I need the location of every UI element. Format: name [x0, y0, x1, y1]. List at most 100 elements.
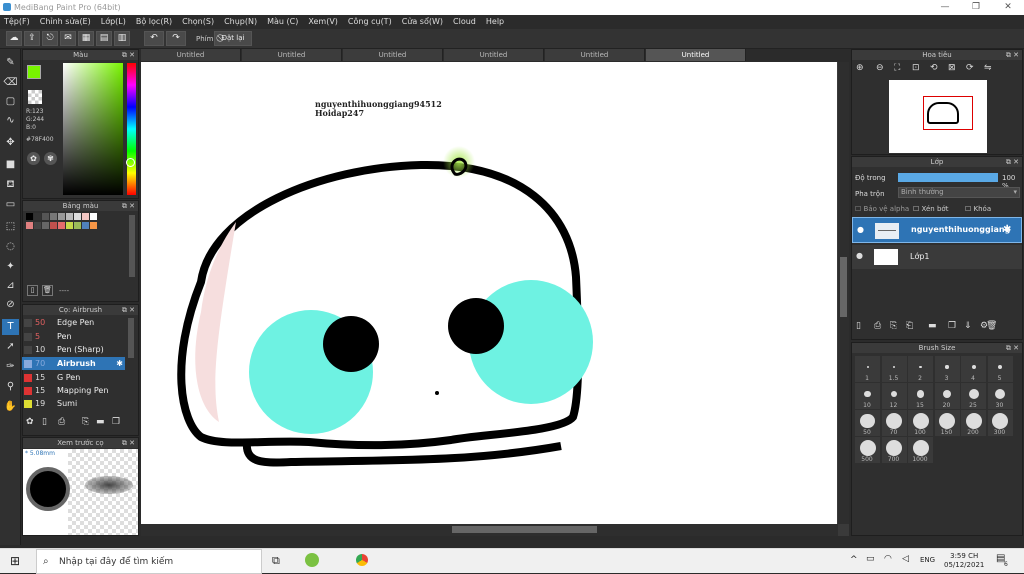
tab-untitled[interactable]: Untitled: [444, 49, 544, 61]
drawing-canvas[interactable]: nguyenthihuonggiang94512 Hoidap247: [141, 62, 837, 524]
brush-tool-icon[interactable]: ✎: [2, 55, 19, 71]
panel-menu-icon[interactable]: ⧉ ✕: [122, 438, 135, 448]
panel-menu-icon[interactable]: ⧉ ✕: [1006, 157, 1019, 167]
export-icon[interactable]: ⇪: [24, 31, 40, 46]
palette-swatch[interactable]: [26, 222, 33, 229]
vertical-scroll-thumb[interactable]: [840, 257, 847, 317]
gear-icon[interactable]: ✱: [1003, 224, 1011, 235]
menu-view[interactable]: Xem(V): [308, 15, 338, 29]
wifi-icon[interactable]: ◠: [884, 554, 892, 564]
hue-slider[interactable]: [127, 63, 136, 195]
brush-menu-icon[interactable]: ⎙: [58, 417, 65, 427]
volume-icon[interactable]: ◁: [902, 554, 909, 564]
battery-icon[interactable]: ▭: [866, 554, 875, 564]
chrome-taskbar-icon[interactable]: [356, 554, 368, 566]
canvas-horizontal-scrollbar[interactable]: [141, 524, 838, 536]
merge-icon[interactable]: ⇓: [964, 321, 972, 331]
tab-untitled[interactable]: Untitled: [545, 49, 645, 61]
fit-icon[interactable]: ⛶: [894, 63, 900, 73]
palette-swatch[interactable]: [74, 222, 81, 229]
text-tool-icon[interactable]: T: [2, 319, 19, 335]
fill-rect-tool-icon[interactable]: ■: [2, 157, 19, 173]
eraser-tool-icon[interactable]: ⌫: [2, 75, 19, 91]
brush-item[interactable]: 5 Pen: [22, 330, 125, 343]
taskbar-search[interactable]: ⌕ Nhập tại đây để tìm kiếm: [36, 549, 262, 574]
layer-row-selected[interactable]: ● nguyenthihuonggiang ✱: [852, 217, 1022, 243]
undo-icon[interactable]: ↶: [144, 31, 164, 46]
new-layer-icon[interactable]: ▯: [856, 321, 861, 331]
duplicate-icon[interactable]: ❐: [948, 321, 956, 331]
menu-edit[interactable]: Chỉnh sửa(E): [40, 15, 91, 29]
palette-swatch[interactable]: [74, 213, 81, 220]
palette-swatch[interactable]: [42, 222, 49, 229]
brush-size-option[interactable]: 150: [934, 410, 960, 436]
navigator-thumbnail[interactable]: [889, 80, 987, 153]
select-tool-icon[interactable]: ⬚: [2, 219, 19, 235]
reset-view-icon[interactable]: ⊠: [948, 63, 956, 73]
brush-size-option[interactable]: 12: [881, 383, 907, 409]
brush-size-option[interactable]: 2: [908, 356, 933, 382]
gear-icon[interactable]: ✱: [116, 357, 123, 370]
language-indicator[interactable]: ENG: [920, 556, 935, 564]
palette-swatch[interactable]: [82, 213, 89, 220]
palette-swatch[interactable]: [34, 222, 41, 229]
menu-filter[interactable]: Bộ lọc(R): [136, 15, 172, 29]
flip-icon[interactable]: ⇋: [984, 63, 992, 73]
cloud-icon[interactable]: ☁: [6, 31, 22, 46]
zoom-in-icon[interactable]: ⊕: [856, 63, 864, 73]
layer-menu-icon[interactable]: ⎗: [906, 321, 913, 331]
brush-size-option[interactable]: 5: [987, 356, 1013, 382]
tab-untitled-active[interactable]: Untitled: [646, 49, 746, 61]
brush-size-option[interactable]: 1.5: [881, 356, 907, 382]
visibility-eye-icon[interactable]: ●: [856, 251, 863, 260]
rotate-right-icon[interactable]: ⟳: [966, 63, 974, 73]
maximize-button[interactable]: ❐: [961, 0, 991, 15]
palette-swatch[interactable]: [34, 213, 41, 220]
brush-size-option[interactable]: 4: [961, 356, 986, 382]
hand-tool-icon[interactable]: ✋: [2, 399, 19, 415]
brush-size-option[interactable]: 300: [987, 410, 1013, 436]
layout-icon[interactable]: ▥: [114, 31, 130, 46]
duplicate-icon[interactable]: ❐: [112, 417, 120, 427]
tab-untitled[interactable]: Untitled: [343, 49, 443, 61]
brush-item[interactable]: 10 Pen (Sharp): [22, 343, 125, 356]
minimize-button[interactable]: —: [930, 0, 960, 15]
brush-size-option[interactable]: 1000: [908, 437, 933, 463]
palette-swatch[interactable]: [58, 222, 65, 229]
share-icon[interactable]: ⎋: [42, 31, 58, 46]
brush-item[interactable]: 19 Sumi: [22, 397, 125, 410]
brush-item[interactable]: 50 Edge Pen: [22, 316, 125, 329]
magic-wand-icon[interactable]: ✦: [2, 259, 19, 275]
canvas-vertical-scrollbar[interactable]: [838, 62, 849, 524]
curve-tool-icon[interactable]: ∿: [2, 113, 19, 129]
menu-file[interactable]: Tệp(F): [4, 15, 30, 29]
hue-handle[interactable]: [126, 158, 135, 167]
brush-size-option[interactable]: 20: [934, 383, 960, 409]
palette-swatch[interactable]: [90, 213, 97, 220]
menu-select[interactable]: Chọn(S): [182, 15, 214, 29]
brush-add-icon[interactable]: ✿: [26, 417, 34, 427]
comment-icon[interactable]: ✉: [60, 31, 76, 46]
panel-menu-icon[interactable]: ⧉ ✕: [122, 201, 135, 211]
palette-swatch[interactable]: [42, 213, 49, 220]
medibang-taskbar-icon[interactable]: [305, 553, 319, 567]
brush-size-option[interactable]: 700: [881, 437, 907, 463]
task-view-icon[interactable]: ⧉: [272, 554, 280, 568]
blend-mode-select[interactable]: Bình thường ▾: [898, 187, 1020, 198]
panel-menu-icon[interactable]: ⧉ ✕: [1006, 50, 1019, 60]
palette-swatch[interactable]: [58, 213, 65, 220]
brush-size-option[interactable]: 50: [855, 410, 880, 436]
clipping-checkbox[interactable]: ☐ Xén bớt: [913, 205, 948, 213]
saturation-value-picker[interactable]: [63, 63, 123, 195]
transparent-swatch[interactable]: [28, 90, 42, 104]
brush-size-option[interactable]: 100: [908, 410, 933, 436]
redo-icon[interactable]: ↷: [166, 31, 186, 46]
palette-scrollbar[interactable]: [129, 215, 135, 277]
panel-menu-icon[interactable]: ⧉ ✕: [122, 305, 135, 315]
menu-cloud[interactable]: Cloud: [453, 15, 476, 29]
brush-size-option[interactable]: 70: [881, 410, 907, 436]
brush-item-selected[interactable]: 70 Airbrush ✱: [22, 357, 125, 370]
reset-button[interactable]: ⃠Đặt lại: [214, 31, 252, 46]
brush-size-option[interactable]: 200: [961, 410, 986, 436]
panel-menu-icon[interactable]: ⧉ ✕: [1006, 343, 1019, 353]
